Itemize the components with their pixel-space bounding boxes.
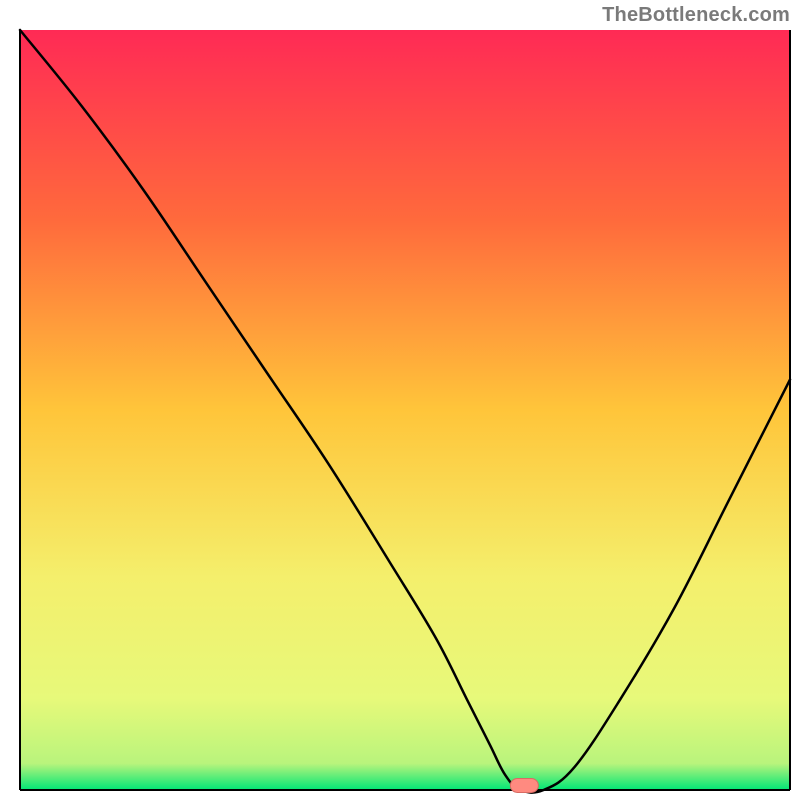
chart-svg bbox=[0, 0, 800, 800]
optimal-marker bbox=[510, 778, 538, 792]
bottleneck-chart: TheBottleneck.com bbox=[0, 0, 800, 800]
gradient-background bbox=[20, 30, 790, 790]
